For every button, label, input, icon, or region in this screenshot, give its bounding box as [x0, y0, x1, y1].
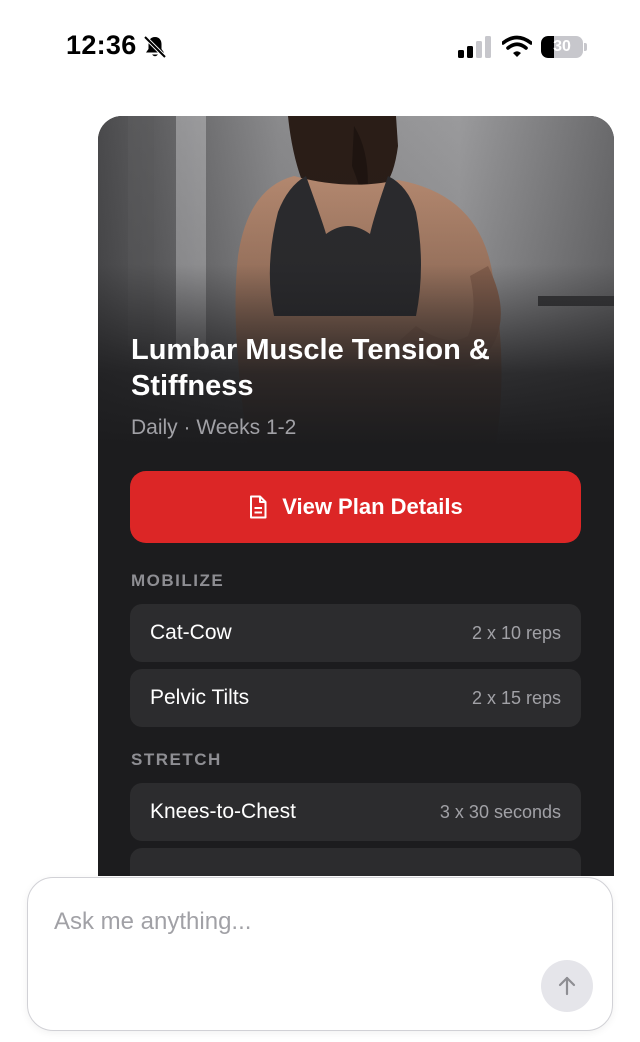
plan-card[interactable]: Lumbar Muscle Tension & Stiffness Daily …	[98, 116, 614, 876]
exercise-name: Cat-Cow	[150, 621, 232, 644]
wifi-icon	[502, 35, 532, 57]
section-label-mobilize: MOBILIZE	[131, 571, 225, 590]
status-time: 12:36	[66, 30, 137, 60]
plan-subtitle: Daily · Weeks 1-2	[131, 416, 297, 439]
battery-icon: 30	[541, 36, 587, 58]
chat-input[interactable]	[54, 902, 554, 942]
view-plan-details-button[interactable]: View Plan Details	[130, 471, 581, 543]
exercise-row-partial[interactable]	[130, 848, 581, 876]
battery-level: 30	[553, 38, 571, 55]
app-screen: 12:36 30 Lumbar Muscle Tension & Stiffne…	[0, 0, 640, 1042]
arrow-up-icon	[558, 976, 576, 996]
exercise-dose: 3 x 30 seconds	[439, 802, 561, 822]
exercise-dose: 2 x 15 reps	[471, 688, 561, 708]
exercise-row-pelvic-tilts[interactable]: Pelvic Tilts 2 x 15 reps	[130, 669, 581, 727]
view-plan-details-label: View Plan Details	[282, 494, 463, 519]
send-button[interactable]	[541, 960, 593, 1012]
exercise-row-knees-to-chest[interactable]: Knees-to-Chest 3 x 30 seconds	[130, 783, 581, 841]
document-icon	[250, 495, 267, 519]
status-bar: 12:36 30	[0, 0, 640, 96]
signal-icon	[458, 36, 491, 58]
bell-slash-icon	[143, 35, 167, 59]
exercise-row-cat-cow[interactable]: Cat-Cow 2 x 10 reps	[130, 604, 581, 662]
section-label-stretch: STRETCH	[131, 750, 222, 769]
plan-title: Lumbar Muscle Tension & Stiffness	[131, 334, 490, 402]
exercise-name: Pelvic Tilts	[150, 686, 250, 709]
chat-composer	[27, 877, 613, 1031]
exercise-name: Knees-to-Chest	[150, 800, 296, 823]
exercise-dose: 2 x 10 reps	[471, 623, 561, 643]
